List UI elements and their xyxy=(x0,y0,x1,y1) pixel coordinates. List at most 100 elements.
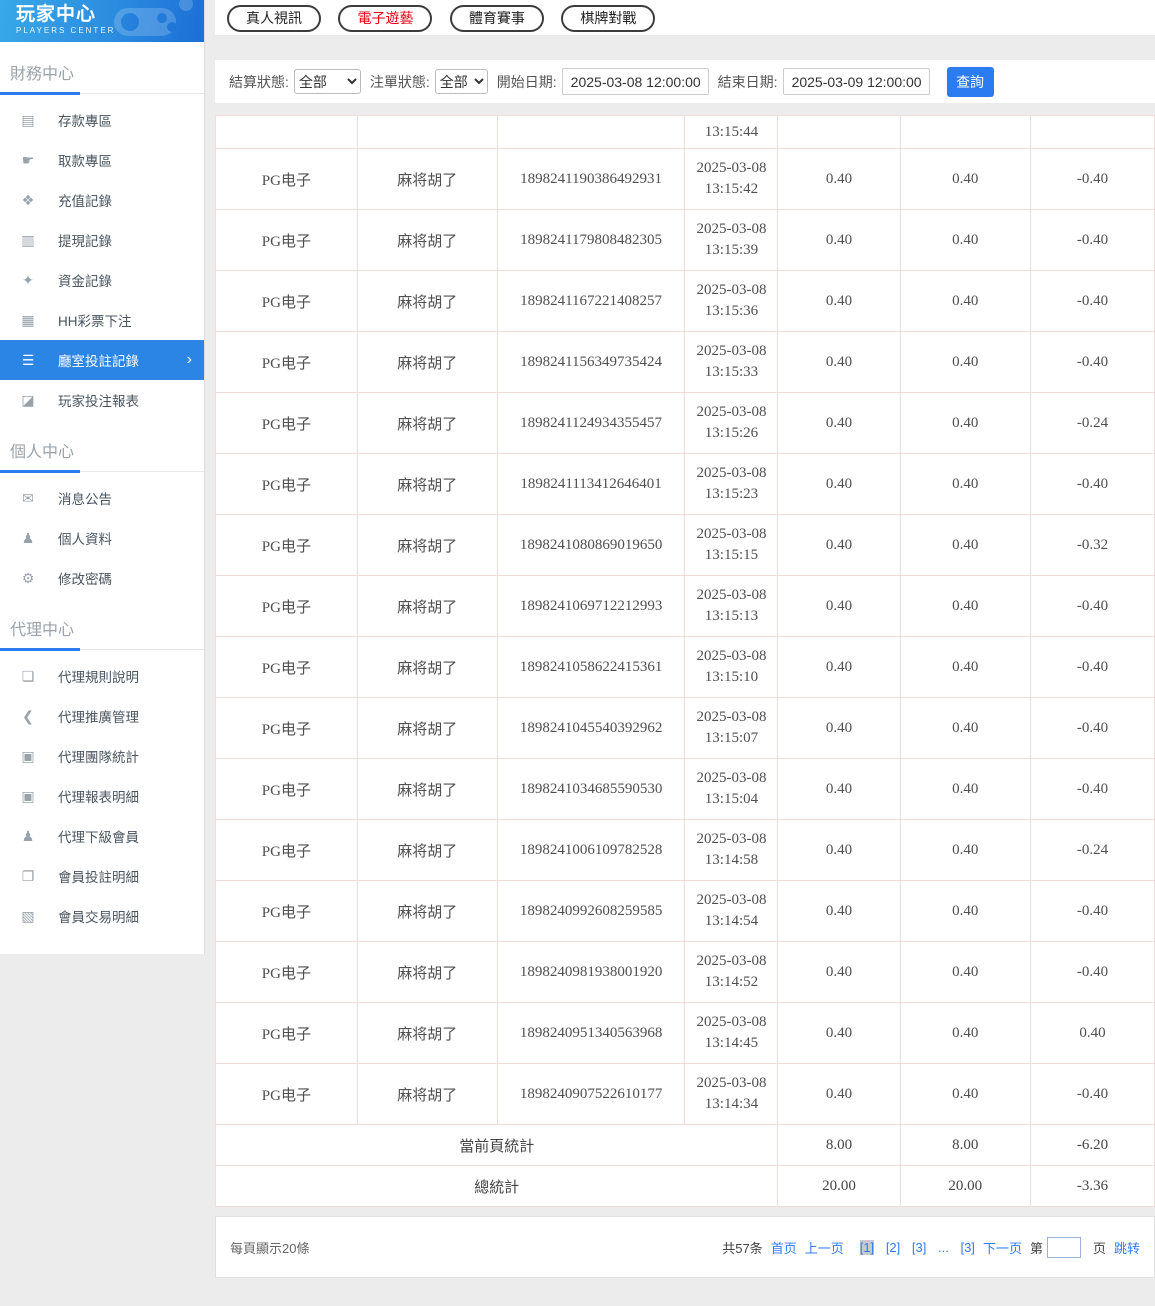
grand-total-profit: -3.36 xyxy=(1030,1165,1155,1207)
game-category-tab[interactable]: 體育賽事 xyxy=(449,5,544,32)
sidebar-item[interactable]: ☰ 廳室投註記錄 xyxy=(0,340,204,380)
cell-order-id: 1898241179808482305 xyxy=(496,209,686,271)
cell-order-id: 1898241190386492931 xyxy=(496,148,686,210)
table-row: PG电子 麻将胡了 1898241006109782528 2025-03-08… xyxy=(215,819,1155,881)
sidebar-item-label: 提現記錄 xyxy=(58,234,112,249)
section-title-finance: 財務中心 xyxy=(0,52,204,95)
sidebar-item[interactable]: ▥ 提現記錄 xyxy=(0,220,204,260)
sidebar-item[interactable]: ◪ 玩家投注報表 xyxy=(0,380,204,420)
cell-game: 麻将胡了 xyxy=(356,941,498,1003)
cell-provider: PG电子 xyxy=(215,758,358,820)
cell-game: 麻将胡了 xyxy=(356,758,498,820)
page-total-label: 當前頁統計 xyxy=(214,1124,779,1166)
sidebar-item[interactable]: ▣ 代理團隊統計 xyxy=(0,736,204,776)
sidebar-item[interactable]: ♟ 代理下級會員 xyxy=(0,816,204,856)
grand-total-label: 總統計 xyxy=(214,1165,779,1207)
sidebar-item-label: 代理規則說明 xyxy=(58,670,139,685)
grand-total-row: 總統計 20.00 20.00 -3.36 xyxy=(214,1165,1155,1207)
next-page-link[interactable]: 下一页 xyxy=(983,1238,1022,1257)
sidebar-item[interactable]: ♟ 個人資料 xyxy=(0,518,204,558)
table-row: PG电子 麻将胡了 1898241190386492931 2025-03-08… xyxy=(215,148,1155,210)
cell-bet: 0.40 xyxy=(777,148,901,210)
cell-profit xyxy=(1030,115,1155,149)
cell-datetime: 2025-03-08 13:14:54 xyxy=(684,880,779,942)
cell-datetime: 2025-03-08 13:15:13 xyxy=(684,575,779,637)
game-category-tab[interactable]: 電子遊藝 xyxy=(338,5,433,32)
start-date-input[interactable] xyxy=(561,68,709,95)
sidebar-item[interactable]: ❏ 代理規則說明 xyxy=(0,656,204,696)
prev-page-link[interactable]: 上一页 xyxy=(805,1238,844,1257)
bell-icon: ✉ xyxy=(22,489,34,506)
withdraw-hand-icon: ☛ xyxy=(21,151,35,168)
page-number-link[interactable]: ... xyxy=(938,1240,949,1255)
cell-game: 麻将胡了 xyxy=(356,1063,498,1125)
cell-order-id: 1898241006109782528 xyxy=(496,819,686,881)
page-number-link[interactable]: [3] xyxy=(960,1240,974,1255)
cell-datetime: 2025-03-08 13:14:34 xyxy=(684,1063,779,1125)
sidebar-item-label: 資金記錄 xyxy=(58,274,112,289)
cell-game: 麻将胡了 xyxy=(356,697,498,759)
grand-total-valid: 20.00 xyxy=(899,1165,1032,1207)
page-number-link[interactable]: [2] xyxy=(886,1240,900,1255)
sidebar-item[interactable]: ❐ 會員投註明細 xyxy=(0,856,204,896)
cell-profit: -0.40 xyxy=(1030,758,1155,820)
page-jump-input[interactable] xyxy=(1046,1236,1081,1258)
sidebar-item[interactable]: ▧ 會員交易明細 xyxy=(0,896,204,936)
cell-valid-bet xyxy=(899,115,1032,149)
cell-provider: PG电子 xyxy=(215,1063,358,1125)
sidebar-item-label: HH彩票下注 xyxy=(58,314,132,329)
page-layout: 玩家中心 PLAYERS CENTER 財務中心 ▤ 存款專區 ☛ 取款專區 ❖… xyxy=(0,0,1155,1278)
cell-bet: 0.40 xyxy=(777,1063,901,1125)
transaction-list-icon: ▧ xyxy=(21,907,35,924)
cell-provider: PG电子 xyxy=(215,514,358,576)
gear-icon: ⚙ xyxy=(21,569,35,586)
game-category-tab[interactable]: 真人視訊 xyxy=(227,5,321,32)
settle-status-select[interactable]: 全部 xyxy=(293,69,361,94)
sidebar-item-label: 取款專區 xyxy=(58,154,112,169)
cell-valid-bet: 0.40 xyxy=(899,270,1032,332)
jump-prefix-label: 第 xyxy=(1029,1240,1043,1256)
table-row: PG电子 麻将胡了 1898241124934355457 2025-03-08… xyxy=(215,392,1155,454)
cell-datetime: 2025-03-08 13:14:58 xyxy=(684,819,779,881)
sidebar-item[interactable]: ❖ 充值記錄 xyxy=(0,180,204,220)
cell-bet: 0.40 xyxy=(777,209,901,271)
cell-profit: -0.40 xyxy=(1030,636,1155,698)
end-date-input[interactable] xyxy=(782,68,930,95)
cell-profit: -0.32 xyxy=(1030,514,1155,576)
sidebar-item[interactable]: ❮ 代理推廣管理 xyxy=(0,696,204,736)
sidebar-item-label: 存款專區 xyxy=(58,114,112,129)
jump-action-link[interactable]: 跳转 xyxy=(1114,1238,1140,1257)
main-content: 真人視訊 電子遊藝 體育賽事 棋牌對戰 結算狀態: 全部 注單狀態: 全部 開始… xyxy=(214,0,1155,1278)
sidebar-item[interactable]: ✦ 資金記錄 xyxy=(0,260,204,300)
filter-bar: 結算狀態: 全部 注單狀態: 全部 開始日期: 結束日期: 查詢 xyxy=(215,60,1155,103)
end-date-label: 結束日期: xyxy=(717,73,778,90)
page-number-link[interactable]: [1] xyxy=(859,1239,875,1255)
table-row: PG电子 麻将胡了 1898241045540392962 2025-03-08… xyxy=(215,697,1155,759)
sidebar-item-label: 廳室投註記錄 xyxy=(58,354,139,369)
cell-valid-bet: 0.40 xyxy=(899,392,1032,454)
sidebar-item[interactable]: ▦ HH彩票下注 xyxy=(0,300,204,340)
cell-game: 麻将胡了 xyxy=(356,392,498,454)
sidebar-item[interactable]: ▣ 代理報表明細 xyxy=(0,776,204,816)
cell-datetime: 2025-03-08 13:15:07 xyxy=(684,697,779,759)
sidebar-item-label: 會員交易明細 xyxy=(58,910,139,925)
cell-provider: PG电子 xyxy=(215,636,358,698)
sidebar-item-label: 代理團隊統計 xyxy=(58,750,139,765)
sidebar-item[interactable]: ⚙ 修改密碼 xyxy=(0,558,204,598)
cell-datetime: 2025-03-08 13:15:33 xyxy=(684,331,779,393)
table-row: PG电子 麻将胡了 1898241179808482305 2025-03-08… xyxy=(215,209,1155,271)
jump-suffix-label: 页 xyxy=(1092,1240,1106,1256)
cell-order-id: 1898241058622415361 xyxy=(496,636,686,698)
game-category-tab[interactable]: 棋牌對戰 xyxy=(561,5,656,32)
cell-valid-bet: 0.40 xyxy=(899,1002,1032,1064)
page-number-link[interactable]: [3] xyxy=(912,1240,926,1255)
sidebar-item[interactable]: ☛ 取款專區 xyxy=(0,140,204,180)
order-status-select[interactable]: 全部 xyxy=(434,69,488,94)
search-button[interactable]: 查詢 xyxy=(946,66,994,97)
funds-moneybag-icon: ✦ xyxy=(22,271,34,288)
first-page-link[interactable]: 首页 xyxy=(771,1238,797,1257)
cell-bet: 0.40 xyxy=(777,636,901,698)
cell-order-id: 1898241113412646401 xyxy=(496,453,686,515)
sidebar-item[interactable]: ▤ 存款專區 xyxy=(0,100,204,140)
sidebar-item[interactable]: ✉ 消息公告 xyxy=(0,478,204,518)
